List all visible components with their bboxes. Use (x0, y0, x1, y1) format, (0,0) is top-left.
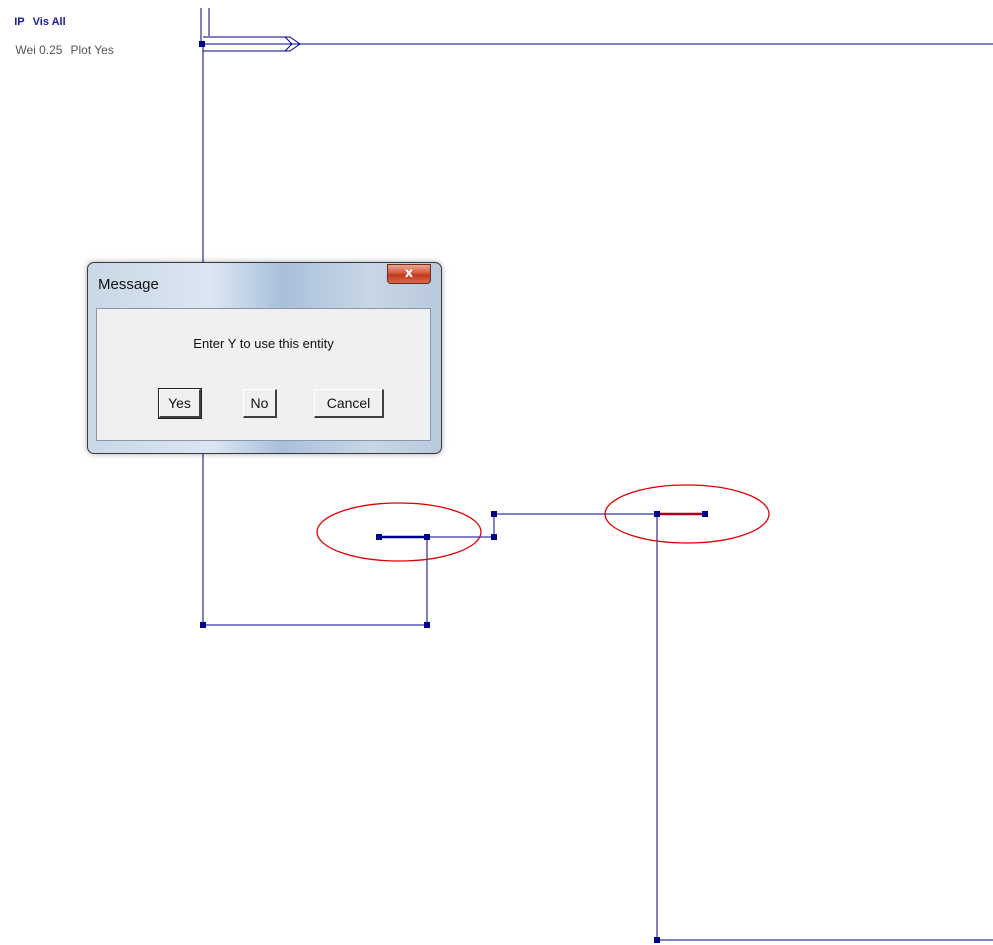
dialog-body: Enter Y to use this entity Yes No Cancel (96, 308, 431, 441)
drawing-svg[interactable] (0, 0, 993, 945)
dialog-title: Message (98, 276, 159, 293)
status-visibility: Vis All (32, 16, 66, 28)
entity-grip[interactable] (702, 511, 708, 517)
annotation-ellipse-left (316, 502, 482, 562)
entity-grip[interactable] (200, 622, 206, 628)
status-plot: Plot Yes (70, 43, 114, 57)
status-line-properties: Wei 0.25 Plot Yes (2, 29, 122, 71)
message-dialog: Message x Enter Y to use this entity Yes… (87, 262, 442, 454)
entity-grip[interactable] (376, 534, 382, 540)
no-button[interactable]: No (243, 389, 277, 418)
entity-grip[interactable] (199, 41, 205, 47)
entity-grip[interactable] (654, 937, 660, 943)
cancel-button[interactable]: Cancel (314, 389, 384, 418)
cad-drawing-canvas[interactable]: IP Vis All Wei 0.25 Plot Yes (0, 0, 993, 945)
yes-button[interactable]: Yes (158, 388, 202, 419)
status-layer-indicator: IP (14, 16, 25, 28)
status-weight: Wei 0.25 (15, 43, 63, 57)
close-icon[interactable]: x (387, 264, 431, 284)
dialog-message: Enter Y to use this entity (193, 336, 334, 351)
